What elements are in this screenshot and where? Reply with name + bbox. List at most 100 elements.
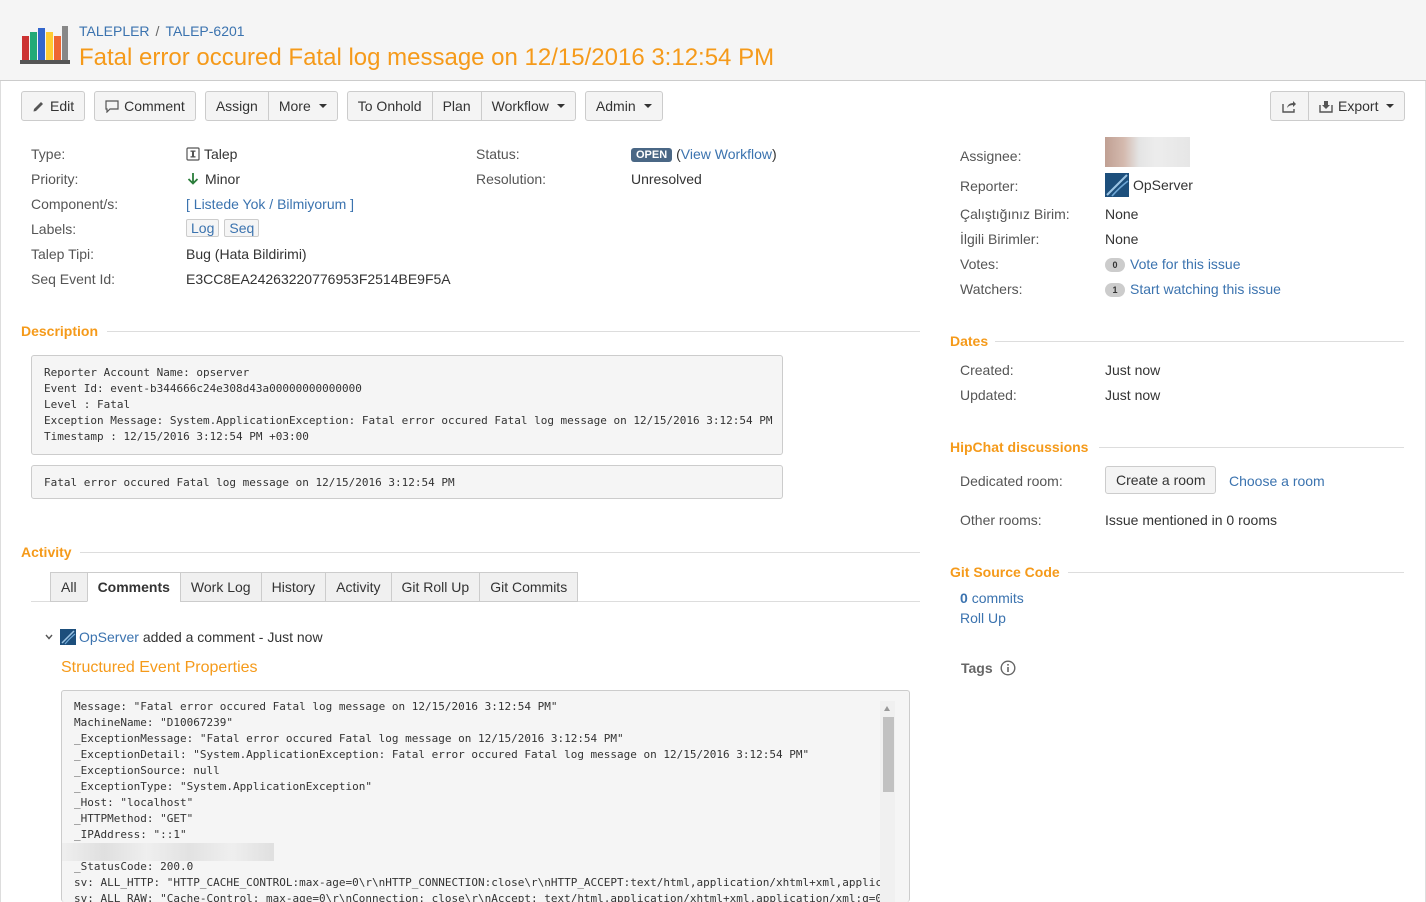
view-workflow-link[interactable]: View Workflow [681, 146, 772, 162]
comment-button[interactable]: Comment [94, 91, 196, 121]
export-button[interactable]: Export [1308, 91, 1406, 121]
choose-room-link[interactable]: Choose a room [1229, 473, 1325, 489]
chevron-down-icon [556, 104, 565, 108]
redaction-blur [62, 843, 274, 861]
resolution-value: Unresolved [631, 171, 702, 187]
tab-git-commits[interactable]: Git Commits [479, 572, 579, 602]
components-link[interactable]: [ Listede Yok / Bilmiyorum ] [186, 196, 354, 212]
status-label: Status: [476, 146, 520, 162]
updated-label: Updated: [960, 387, 1017, 403]
tab-comments[interactable]: Comments [86, 572, 180, 602]
more-button[interactable]: More [267, 91, 338, 121]
dedicated-room-label: Dedicated room: [960, 473, 1063, 489]
watchers-label: Watchers: [960, 281, 1023, 297]
comment-title: Structured Event Properties [61, 659, 258, 676]
git-heading[interactable]: Git Source Code [950, 564, 1060, 580]
share-export-group: Export [1270, 91, 1406, 122]
votes-value: 0 Vote for this issue [1105, 256, 1241, 273]
label-tag[interactable]: Seq [224, 219, 260, 237]
type-value: Talep [186, 146, 237, 162]
arrow-down-icon [187, 173, 199, 185]
section-divider [1099, 447, 1404, 448]
edit-button[interactable]: Edit [21, 91, 86, 121]
hipchat-heading[interactable]: HipChat discussions [950, 439, 1088, 455]
download-icon [1319, 100, 1333, 113]
components-label: Component/s: [31, 196, 119, 212]
pencil-icon [33, 101, 43, 111]
avatar [60, 629, 76, 645]
breadcrumb-separator: / [155, 23, 160, 39]
plan-button[interactable]: Plan [431, 91, 481, 121]
tab-all[interactable]: All [50, 572, 87, 602]
created-label: Created: [960, 362, 1014, 378]
watchers-count-badge: 1 [1105, 283, 1125, 298]
toolbar-left: Edit Comment Assign More To Onhold Plan … [21, 91, 663, 122]
activity-heading[interactable]: Activity [21, 544, 72, 560]
issue-type-icon [186, 147, 200, 161]
ilgili-label: İlgili Birimler: [960, 231, 1040, 247]
breadcrumb-project-link[interactable]: TALEPLER [79, 23, 150, 39]
other-rooms-value: Issue mentioned in 0 rooms [1105, 512, 1277, 528]
issue-title[interactable]: Fatal error occured Fatal log message on… [79, 44, 774, 72]
priority-label: Priority: [31, 171, 79, 187]
seq-event-value: E3CC8EA24263220776953F2514BE9F5A [186, 271, 451, 287]
chevron-down-icon [643, 104, 652, 108]
description-heading[interactable]: Description [21, 323, 98, 339]
dates-heading[interactable]: Dates [950, 333, 988, 349]
workflow-button[interactable]: Workflow [480, 91, 576, 121]
tab-history[interactable]: History [260, 572, 326, 602]
assign-button[interactable]: Assign [204, 91, 268, 121]
talep-tipi-label: Talep Tipi: [31, 246, 95, 262]
section-divider [995, 341, 1404, 342]
talep-tipi-value: Bug (Hata Bildirimi) [186, 246, 307, 262]
create-room-button[interactable]: Create a room [1105, 466, 1217, 494]
scrollbar-thumb[interactable] [883, 717, 894, 792]
description-block: Reporter Account Name: opserver Event Id… [31, 355, 783, 455]
type-label: Type: [31, 146, 66, 162]
status-badge: OPEN [631, 148, 673, 162]
section-divider [107, 331, 920, 332]
vote-link[interactable]: Vote for this issue [1130, 256, 1241, 272]
assignee-avatar[interactable] [1105, 137, 1190, 167]
comment-action: added a comment - Just now [142, 629, 323, 645]
project-logo [20, 26, 70, 64]
watchers-value: 1 Start watching this issue [1105, 281, 1281, 298]
scroll-up-arrow-icon[interactable] [884, 706, 890, 711]
breadcrumb: TALEPLER / TALEP-6201 [79, 23, 245, 39]
section-divider [80, 552, 920, 553]
issue-header: TALEPLER / TALEP-6201 Fatal error occured … [0, 0, 1426, 81]
admin-button[interactable]: Admin [584, 91, 663, 121]
votes-label: Votes: [960, 256, 999, 272]
share-button[interactable] [1270, 91, 1308, 121]
commits-link[interactable]: 0 commits [960, 590, 1024, 606]
comment-author-link[interactable]: OpServer [79, 629, 139, 645]
tags-heading: Tags [961, 660, 1016, 676]
label-tag[interactable]: Log [186, 219, 220, 237]
chevron-down-icon [318, 104, 327, 108]
comment-icon [105, 99, 119, 113]
section-divider [1068, 572, 1404, 573]
comment-body: Message: "Fatal error occured Fatal log … [61, 690, 910, 902]
activity-tabs: All Comments Work Log History Activity G… [50, 572, 579, 602]
updated-value: Just now [1105, 387, 1161, 403]
info-icon[interactable] [1000, 660, 1016, 676]
roll-up-link[interactable]: Roll Up [960, 610, 1006, 626]
workflow-group: To Onhold Plan Workflow [346, 91, 576, 122]
toolbar-right: Export [1270, 91, 1406, 122]
votes-count-badge: 0 [1105, 258, 1125, 273]
birim-label: Çalıştığınız Birim: [960, 206, 1070, 222]
comment-header: OpServer added a comment - Just now [44, 629, 323, 645]
reporter-label: Reporter: [960, 178, 1019, 194]
breadcrumb-issue-link[interactable]: TALEP-6201 [165, 23, 244, 39]
share-icon [1282, 100, 1296, 113]
labels-label: Labels: [31, 221, 77, 237]
comment-scrollbar[interactable] [880, 701, 895, 902]
watch-link[interactable]: Start watching this issue [1130, 281, 1281, 297]
tab-git-roll-up[interactable]: Git Roll Up [390, 572, 480, 602]
tab-work-log[interactable]: Work Log [179, 572, 261, 602]
resolution-label: Resolution: [476, 171, 547, 187]
tab-activity[interactable]: Activity [325, 572, 391, 602]
collapse-chevron-icon[interactable] [44, 632, 54, 642]
created-value: Just now [1105, 362, 1161, 378]
to-onhold-button[interactable]: To Onhold [346, 91, 432, 121]
